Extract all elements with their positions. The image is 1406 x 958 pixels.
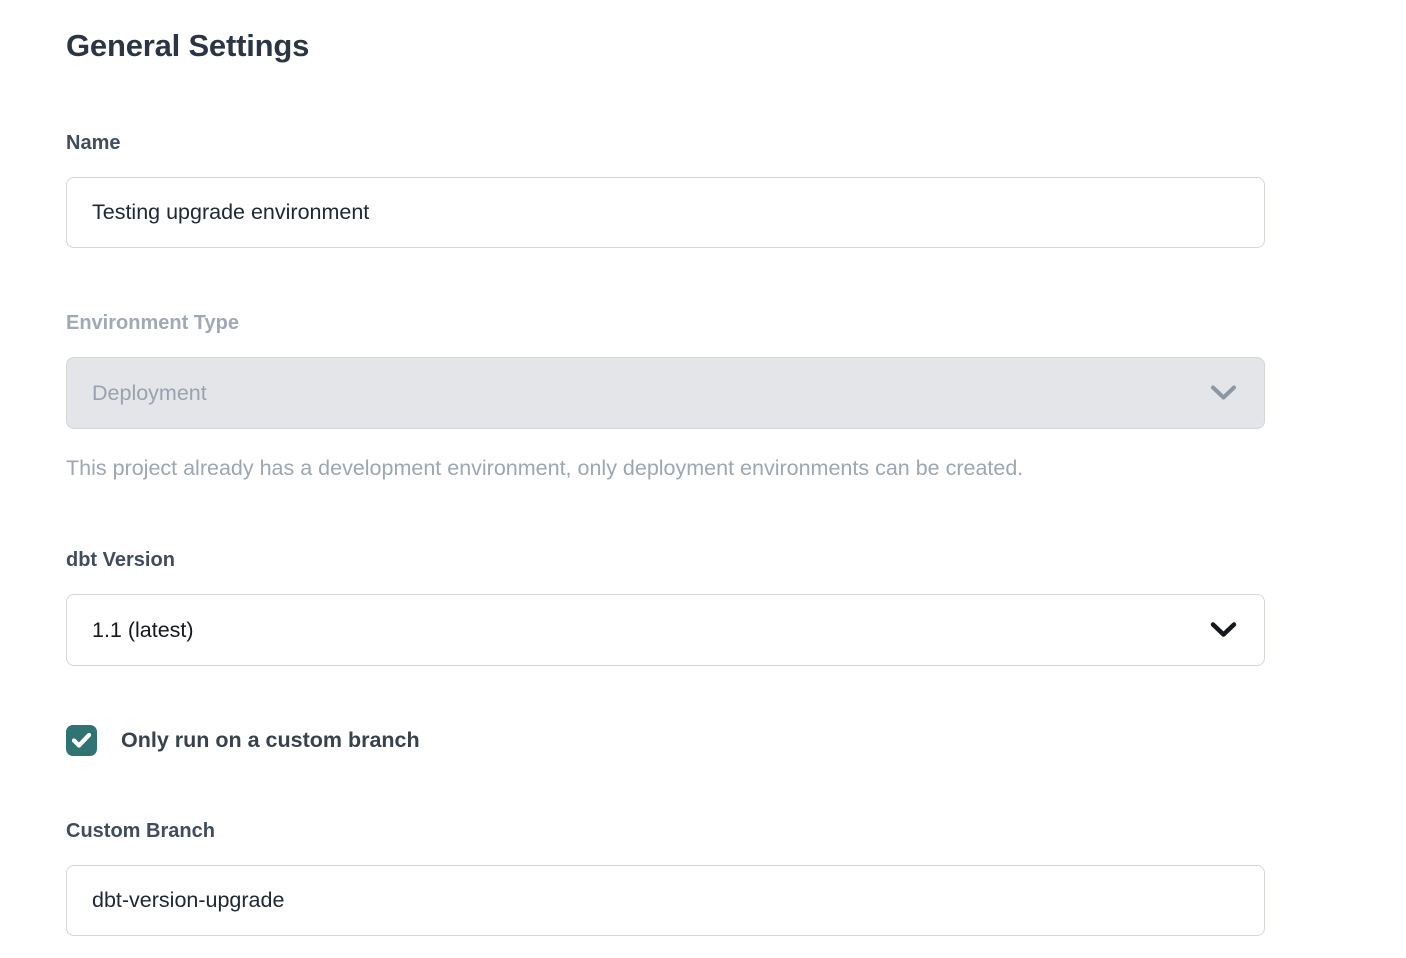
environment-type-select: Deployment bbox=[66, 357, 1265, 429]
dbt-version-label: dbt Version bbox=[66, 549, 1265, 572]
environment-type-helper-text: This project already has a development e… bbox=[66, 455, 1265, 481]
name-field-group: Name bbox=[66, 132, 1265, 248]
check-icon bbox=[71, 732, 92, 749]
custom-branch-checkbox-label[interactable]: Only run on a custom branch bbox=[121, 728, 420, 753]
dbt-version-select[interactable]: 1.1 (latest) bbox=[66, 594, 1265, 666]
custom-branch-input[interactable] bbox=[66, 865, 1265, 936]
chevron-down-icon bbox=[1210, 622, 1237, 639]
name-input[interactable] bbox=[66, 177, 1265, 248]
page-title: General Settings bbox=[66, 26, 1265, 66]
environment-type-field-group: Environment Type Deployment This project… bbox=[66, 312, 1265, 481]
custom-branch-toggle-row: Only run on a custom branch bbox=[66, 725, 1265, 756]
environment-type-label: Environment Type bbox=[66, 312, 1265, 335]
name-field-label: Name bbox=[66, 132, 1265, 155]
custom-branch-checkbox[interactable] bbox=[66, 725, 97, 756]
custom-branch-label: Custom Branch bbox=[66, 820, 1265, 843]
chevron-down-icon bbox=[1210, 385, 1237, 402]
dbt-version-field-group: dbt Version 1.1 (latest) bbox=[66, 549, 1265, 666]
general-settings-panel: General Settings Name Environment Type D… bbox=[0, 0, 1406, 936]
environment-type-value: Deployment bbox=[92, 381, 207, 406]
dbt-version-value: 1.1 (latest) bbox=[92, 618, 194, 643]
custom-branch-field-group: Custom Branch bbox=[66, 820, 1265, 936]
